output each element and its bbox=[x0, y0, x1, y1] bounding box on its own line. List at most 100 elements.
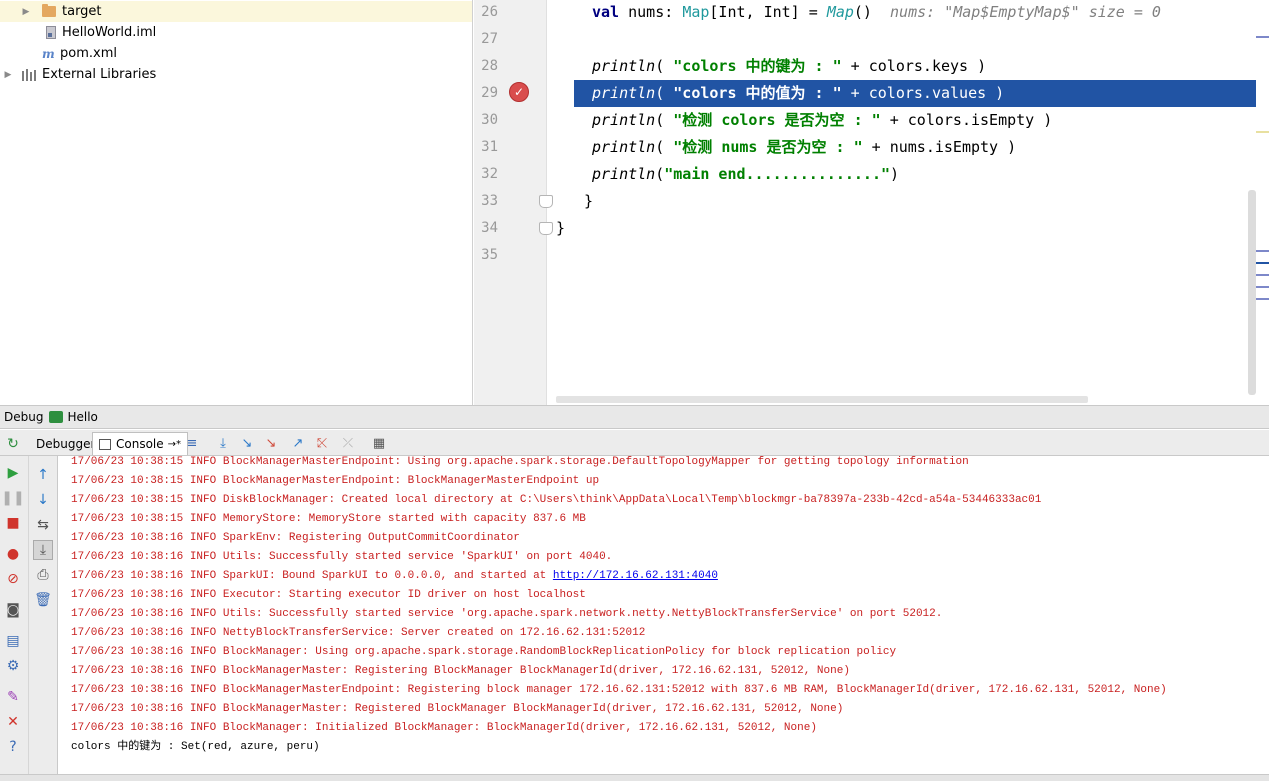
code-token: val bbox=[592, 3, 620, 21]
editor-scrollbar[interactable] bbox=[1248, 190, 1256, 395]
tab-label: Console bbox=[116, 437, 164, 451]
log-line: 17/06/23 10:38:15 INFO MemoryStore: Memo… bbox=[71, 513, 586, 525]
step-into-icon[interactable]: ↘ bbox=[238, 434, 256, 452]
folder-icon bbox=[42, 4, 56, 17]
spark-ui-link[interactable]: http://172.16.62.131:4040 bbox=[553, 570, 718, 582]
error-stripe-mark[interactable] bbox=[1256, 298, 1269, 300]
code-line-29-execution-point[interactable]: println( "colors 中的值为 : " + colors.value… bbox=[574, 80, 1256, 107]
code-token: println bbox=[592, 111, 656, 129]
restore-layout-icon[interactable]: ▤ bbox=[3, 631, 23, 651]
debug-config-tab[interactable]: Hello bbox=[67, 410, 97, 424]
log-line: 17/06/23 10:38:15 INFO DiskBlockManager:… bbox=[71, 494, 1042, 506]
step-over-icon[interactable]: ⤓ bbox=[214, 434, 232, 452]
code-line-33[interactable]: } bbox=[548, 188, 1256, 215]
error-stripe-mark[interactable] bbox=[1256, 286, 1269, 288]
code-token: Map bbox=[826, 3, 854, 21]
stop-icon[interactable]: ■ bbox=[3, 513, 23, 533]
evaluate-expression-icon[interactable]: ▦ bbox=[370, 434, 388, 452]
error-stripe-mark[interactable] bbox=[1256, 250, 1269, 252]
code-token: "main end..............." bbox=[664, 165, 891, 183]
scroll-up-icon[interactable]: ↑ bbox=[33, 465, 53, 485]
close-icon[interactable]: ✕ bbox=[3, 712, 23, 732]
inline-debug-value: nums: "Map$EmptyMap$" size = 0 bbox=[890, 3, 1161, 21]
editor-gutter[interactable]: 26 27 28 29 30 31 32 33 34 35 ✓ bbox=[474, 0, 553, 405]
log-line: 17/06/23 10:38:15 INFO BlockManagerMaste… bbox=[71, 456, 969, 468]
code-token: + colors.keys ) bbox=[841, 57, 987, 75]
expand-arrow-icon[interactable]: ▶ bbox=[2, 70, 14, 80]
toolbar-divider bbox=[28, 456, 29, 774]
code-editor[interactable]: 26 27 28 29 30 31 32 33 34 35 ✓ val nums… bbox=[474, 0, 1269, 405]
log-line: 17/06/23 10:38:16 INFO BlockManagerMaste… bbox=[71, 665, 850, 677]
tree-item-helloworld-iml[interactable]: HelloWorld.iml bbox=[46, 22, 156, 43]
run-to-cursor-icon[interactable]: ⤫ bbox=[339, 434, 357, 452]
code-token: ( bbox=[655, 138, 674, 156]
breakpoint-icon[interactable]: ✓ bbox=[509, 82, 529, 102]
print-icon[interactable]: ⎙ bbox=[33, 565, 53, 585]
scroll-to-end-icon[interactable]: ⤓ bbox=[33, 540, 53, 560]
code-token: () bbox=[853, 3, 891, 21]
console-icon bbox=[99, 438, 111, 450]
force-step-into-icon[interactable]: ↘ bbox=[262, 434, 280, 452]
code-token: ) bbox=[890, 165, 900, 183]
code-line-30[interactable]: println( "检测 colors 是否为空 : " + colors.is… bbox=[548, 107, 1256, 134]
iml-file-icon bbox=[46, 26, 56, 39]
code-token: ( bbox=[655, 111, 674, 129]
show-execution-point-icon[interactable]: ≡ bbox=[183, 434, 201, 452]
error-stripe-mark[interactable] bbox=[1256, 36, 1269, 38]
line-number: 34 bbox=[481, 220, 498, 236]
code-line-34[interactable]: } bbox=[548, 215, 1256, 242]
code-token: nums: bbox=[619, 3, 683, 21]
expand-arrow-icon[interactable]: ▶ bbox=[20, 7, 32, 17]
run-config-icon bbox=[49, 411, 64, 423]
log-line: 17/06/23 10:38:16 INFO Utils: Successful… bbox=[71, 608, 943, 620]
code-token: + nums.isEmpty ) bbox=[862, 138, 1017, 156]
code-token: println bbox=[592, 165, 656, 183]
line-number: 30 bbox=[481, 112, 498, 128]
scroll-down-icon[interactable]: ↓ bbox=[33, 490, 53, 510]
drop-frame-icon[interactable]: ⤪ bbox=[313, 434, 331, 452]
code-line-28[interactable]: println( "colors 中的键为 : " + colors.keys … bbox=[548, 53, 1256, 80]
console-output[interactable]: 17/06/23 10:38:15 INFO BlockManagerMaste… bbox=[59, 456, 1269, 774]
code-token: Map bbox=[682, 3, 710, 21]
clear-all-icon[interactable]: 🗑 bbox=[33, 590, 53, 610]
help-icon[interactable]: ? bbox=[3, 737, 23, 757]
pin-icon[interactable]: ✎ bbox=[3, 687, 23, 707]
code-token: "检测 colors 是否为空 : " bbox=[673, 111, 881, 129]
soft-wrap-icon[interactable]: ⇆ bbox=[33, 515, 53, 535]
code-token: + colors.values ) bbox=[841, 84, 1005, 102]
code-token: ( bbox=[655, 165, 665, 183]
error-stripe-mark[interactable] bbox=[1256, 274, 1269, 276]
code-line-31[interactable]: println( "检测 nums 是否为空 : " + nums.isEmpt… bbox=[548, 134, 1256, 161]
line-number: 33 bbox=[481, 193, 498, 209]
resume-icon[interactable]: ▶ bbox=[3, 463, 23, 483]
code-token: ( bbox=[655, 84, 674, 102]
tab-console[interactable]: Console →* bbox=[92, 432, 189, 455]
tree-item-pom-xml[interactable]: m pom.xml bbox=[42, 43, 117, 64]
code-token: [Int, Int] = bbox=[709, 3, 827, 21]
code-line-32[interactable]: println("main end...............") bbox=[548, 161, 1256, 188]
view-breakpoints-icon[interactable]: ● bbox=[3, 544, 23, 564]
line-number: 35 bbox=[481, 247, 498, 263]
tab-suffix: →* bbox=[167, 438, 182, 450]
editor-horizontal-scrollbar[interactable] bbox=[556, 396, 1088, 403]
step-out-icon[interactable]: ↗ bbox=[289, 434, 307, 452]
log-line: 17/06/23 10:38:16 INFO BlockManagerMaste… bbox=[71, 703, 844, 715]
line-number: 29 bbox=[481, 85, 498, 101]
tab-debugger[interactable]: Debugger bbox=[30, 432, 101, 455]
camera-icon[interactable]: ◙ bbox=[3, 600, 23, 620]
pause-icon[interactable]: ❚❚ bbox=[1, 488, 24, 508]
tree-item-external-libraries[interactable]: ▶ External Libraries bbox=[2, 64, 157, 85]
debug-tabs-toolbar: Debugger Console →* ≡ ⤓ ↘ ↘ ↗ ⤪ ⤫ ▦ bbox=[0, 430, 1269, 456]
error-stripe-mark[interactable] bbox=[1256, 131, 1269, 133]
maven-icon: m bbox=[42, 46, 55, 61]
tree-item-target[interactable]: ▶ target bbox=[0, 1, 472, 22]
code-line-26[interactable]: val nums: Map[Int, Int] = Map() nums: "M… bbox=[548, 0, 1256, 26]
code-token: println bbox=[592, 138, 656, 156]
mute-breakpoints-icon[interactable]: ⊘ bbox=[3, 569, 23, 589]
code-token: "colors 中的值为 : " bbox=[673, 84, 842, 102]
settings-icon[interactable]: ⚙ bbox=[3, 656, 23, 676]
rerun-icon[interactable]: ↻ bbox=[3, 434, 23, 454]
error-stripe-mark[interactable] bbox=[1256, 262, 1269, 264]
log-text: 17/06/23 10:38:16 INFO SparkUI: Bound Sp… bbox=[71, 570, 553, 582]
log-line: 17/06/23 10:38:16 INFO Executor: Startin… bbox=[71, 589, 586, 601]
